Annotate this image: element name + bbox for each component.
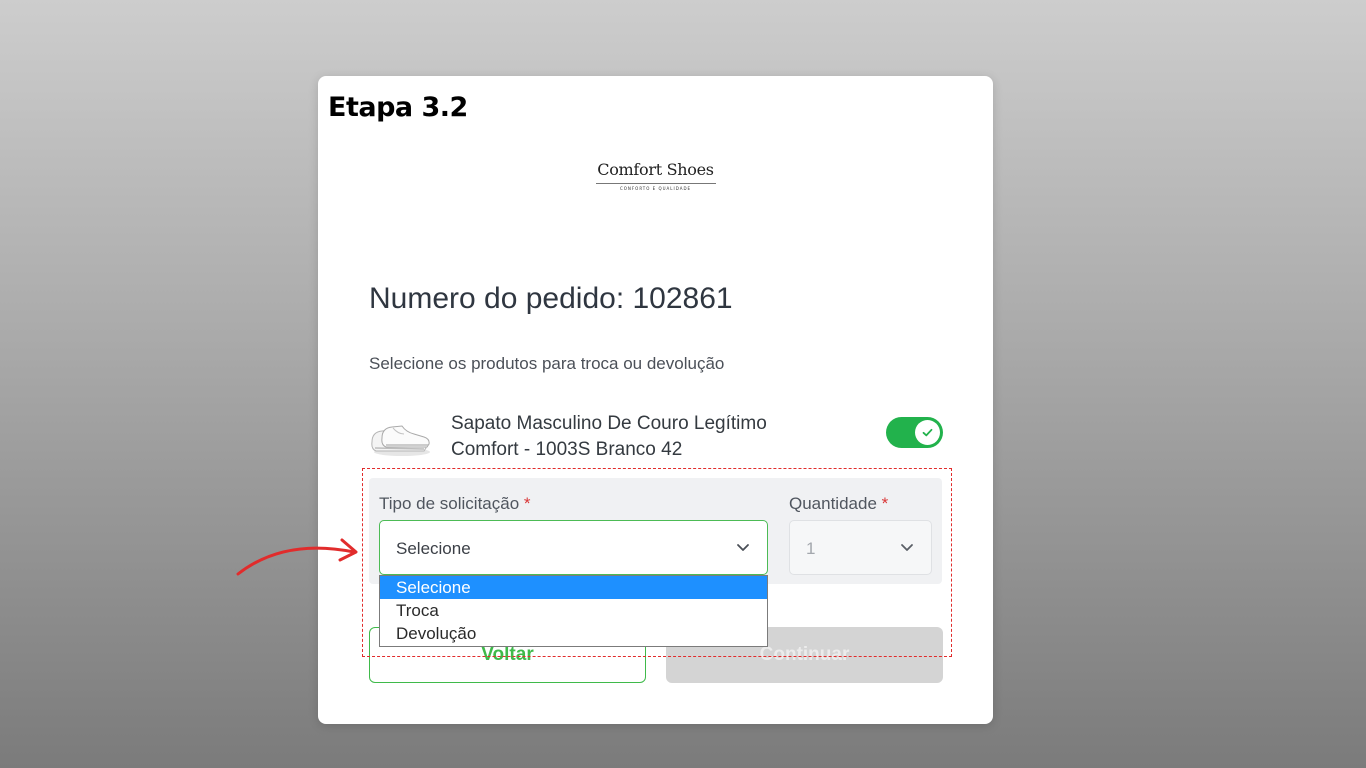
logo-divider bbox=[595, 183, 716, 184]
quantity-select[interactable]: 1 bbox=[789, 520, 932, 575]
step-title: Etapa 3.2 bbox=[328, 92, 468, 123]
dropdown-option-selecione[interactable]: Selecione bbox=[380, 576, 767, 599]
request-type-value: Selecione bbox=[396, 539, 471, 558]
required-mark: * bbox=[523, 494, 531, 513]
request-type-label: Tipo de solicitação * bbox=[379, 494, 531, 514]
product-name: Sapato Masculino De Couro Legítimo Comfo… bbox=[451, 411, 851, 463]
quantity-label-text: Quantidade bbox=[789, 494, 877, 513]
product-name-line2: Comfort - 1003S Branco 42 bbox=[451, 439, 683, 460]
product-name-line1: Sapato Masculino De Couro Legítimo bbox=[451, 413, 767, 434]
quantity-value: 1 bbox=[806, 539, 816, 558]
instructions-text: Selecione os produtos para troca ou devo… bbox=[369, 354, 725, 373]
dropdown-option-troca[interactable]: Troca bbox=[380, 599, 767, 622]
return-request-card: Etapa 3.2 Comfort Shoes CONFORTO E QUALI… bbox=[318, 76, 993, 724]
order-number-title: Numero do pedido: 102861 bbox=[369, 282, 733, 315]
required-mark: * bbox=[881, 494, 889, 513]
brand-logo: Comfort Shoes CONFORTO E QUALIDADE bbox=[318, 160, 993, 191]
logo-tagline: CONFORTO E QUALIDADE bbox=[619, 186, 692, 191]
logo-name: Comfort Shoes bbox=[597, 160, 714, 179]
toggle-knob bbox=[915, 420, 940, 445]
check-icon bbox=[922, 428, 933, 437]
red-arrow-icon bbox=[236, 538, 358, 576]
request-type-dropdown-list: Selecione Troca Devolução bbox=[379, 575, 768, 647]
request-type-select[interactable]: Selecione bbox=[379, 520, 768, 575]
chevron-down-icon bbox=[901, 544, 913, 551]
white-shoes-image bbox=[371, 425, 430, 456]
product-select-toggle[interactable] bbox=[886, 417, 943, 448]
quantity-label: Quantidade * bbox=[789, 494, 888, 514]
dropdown-option-devolucao[interactable]: Devolução bbox=[380, 622, 767, 645]
request-type-label-text: Tipo de solicitação bbox=[379, 494, 520, 513]
chevron-down-icon bbox=[737, 544, 749, 551]
